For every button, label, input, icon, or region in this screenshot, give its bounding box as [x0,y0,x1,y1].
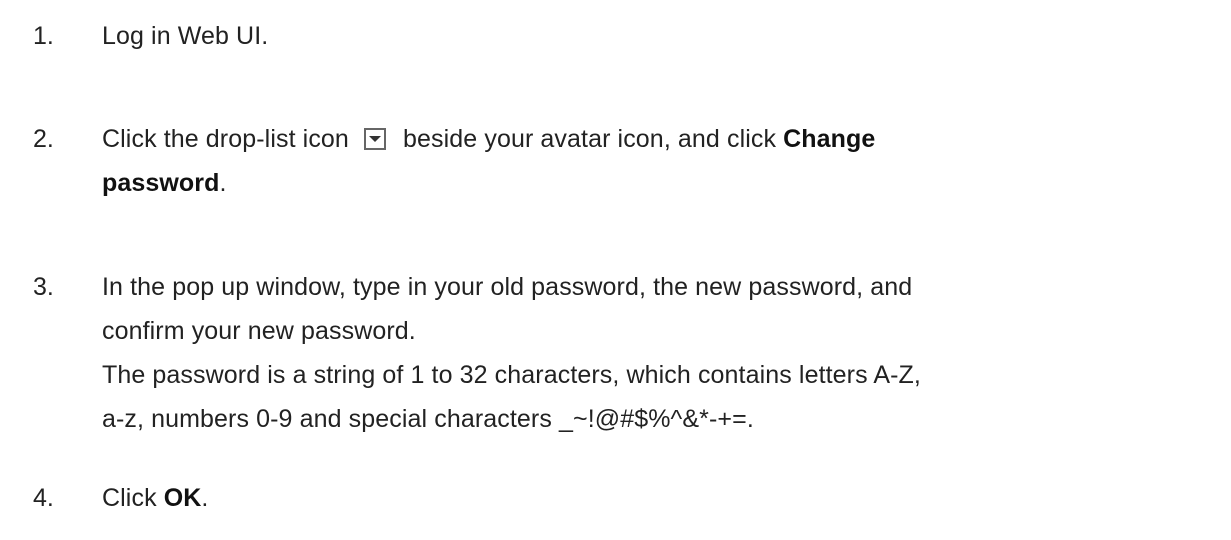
step-body: Log in Web UI. [102,14,1207,58]
step-end: . [219,169,227,197]
step-end: . [201,484,209,512]
step-line: Click the drop-list icon beside your ava… [102,117,1207,161]
step-body: In the pop up window, type in your old p… [102,265,1207,441]
step-text: Log in Web UI. [102,22,269,50]
step-number: 2. [33,125,54,153]
change-password-label: Change [783,125,876,153]
step-number: 1. [33,22,54,50]
step-number: 4. [33,484,54,512]
change-password-label-cont: password [102,169,220,197]
instruction-steps: 1. Log in Web UI. 2. Click the drop-list… [0,0,1231,540]
step-line: The password is a string of 1 to 32 char… [102,361,921,389]
step-line: confirm your new password. [102,317,416,345]
step-line: a-z, numbers 0-9 and special characters … [102,405,754,433]
drop-list-icon [363,128,386,150]
step-line: In the pop up window, type in your old p… [102,273,913,301]
ok-label: OK [163,484,202,512]
step-number: 3. [33,273,54,301]
step-line: Click OK. [102,476,1207,520]
step-body: Click the drop-list icon beside your ava… [102,117,1207,205]
step-text-before-icon: Click the drop-list icon [102,125,349,153]
step-text-after-icon: beside your avatar icon, and click [403,125,777,153]
step-text: Click [102,484,157,512]
step-body: Click OK. [102,476,1207,520]
step-line: password. [102,161,1207,205]
